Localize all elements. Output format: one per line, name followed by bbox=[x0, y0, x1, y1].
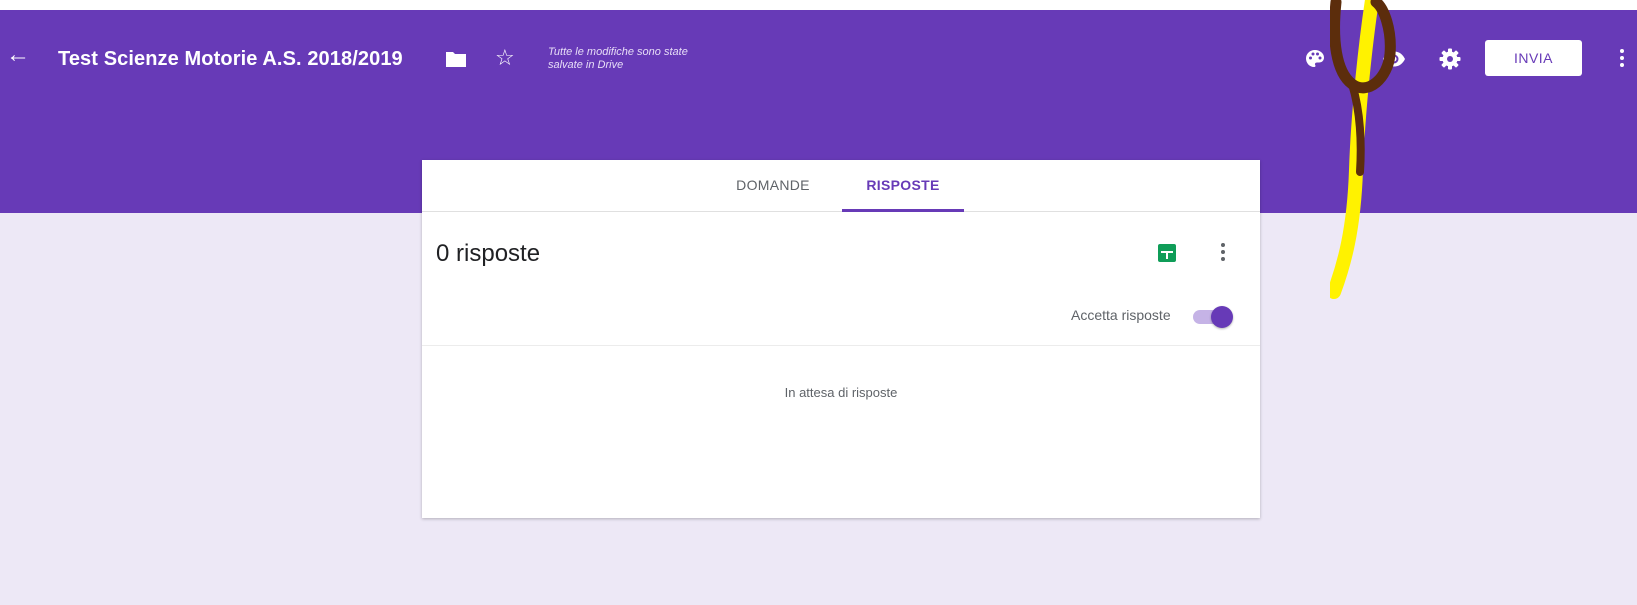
send-button[interactable]: INVIA bbox=[1485, 40, 1582, 76]
save-status: Tutte le modifiche sono state salvate in… bbox=[548, 46, 748, 72]
gear-icon[interactable] bbox=[1438, 47, 1462, 71]
sheets-icon[interactable] bbox=[1158, 244, 1176, 262]
eye-icon[interactable] bbox=[1382, 47, 1406, 71]
back-arrow-icon[interactable]: ← bbox=[6, 43, 30, 67]
accept-responses-toggle[interactable] bbox=[1193, 306, 1233, 328]
more-vert-icon[interactable] bbox=[1617, 46, 1627, 70]
accept-responses-label: Accetta risposte bbox=[1071, 307, 1171, 323]
empty-state-message: In attesa di risposte bbox=[784, 385, 898, 400]
palette-icon[interactable] bbox=[1303, 47, 1327, 71]
star-icon[interactable]: ☆ bbox=[495, 47, 517, 69]
tab-questions[interactable]: DOMANDE bbox=[718, 160, 828, 211]
form-title[interactable]: Test Scienze Motorie A.S. 2018/2019 bbox=[58, 48, 403, 71]
more-vert-icon[interactable] bbox=[1218, 240, 1228, 264]
folder-icon[interactable] bbox=[445, 50, 467, 68]
save-status-line2: salvate in Drive bbox=[548, 59, 624, 71]
responses-count: 0 risposte bbox=[436, 240, 541, 267]
divider bbox=[422, 345, 1260, 346]
tab-responses[interactable]: RISPOSTE bbox=[842, 160, 964, 212]
top-strip bbox=[0, 0, 1637, 10]
toggle-thumb bbox=[1211, 306, 1233, 328]
tab-bar: DOMANDE RISPOSTE bbox=[422, 160, 1260, 212]
save-status-line1: Tutte le modifiche sono state bbox=[548, 46, 688, 58]
responses-card: DOMANDE RISPOSTE 0 risposte Accetta risp… bbox=[422, 160, 1260, 518]
